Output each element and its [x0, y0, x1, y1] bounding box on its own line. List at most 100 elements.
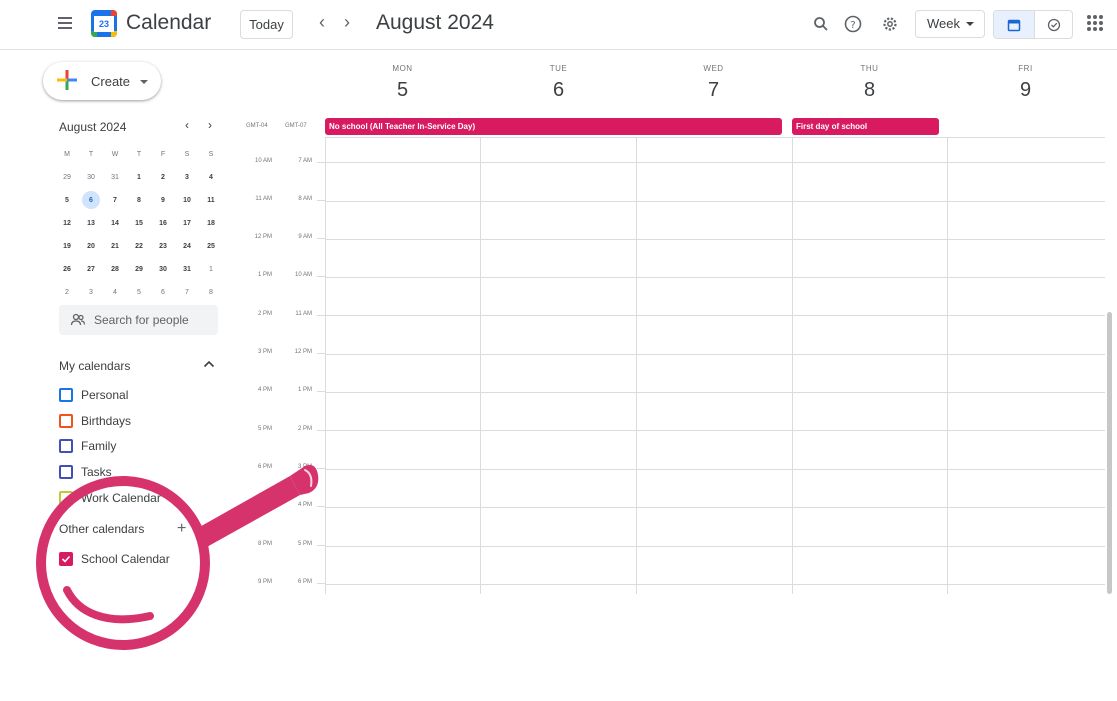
mini-day[interactable]: 9 [151, 189, 175, 212]
chevron-right-icon[interactable]: › [337, 12, 357, 33]
mini-day[interactable]: 3 [175, 166, 199, 189]
chevron-right-icon[interactable]: › [208, 118, 212, 132]
mini-day[interactable]: 11 [199, 189, 223, 212]
mini-weekday: M [64, 151, 70, 158]
top-bar: 23 Calendar Today ‹ › August 2024 ? Week [0, 0, 1117, 50]
mini-day[interactable]: 21 [103, 235, 127, 258]
mini-day-label: 1 [209, 266, 213, 273]
chevron-left-icon[interactable]: ‹ [312, 12, 332, 33]
day-number[interactable]: 5 [325, 79, 480, 102]
mini-day-label: 6 [89, 197, 93, 204]
view-select[interactable]: Week [915, 10, 985, 38]
mini-day[interactable]: 8 [127, 189, 151, 212]
mini-day[interactable]: 1 [199, 258, 223, 281]
add-calendar-icon[interactable]: + [177, 520, 186, 538]
mini-day[interactable]: 30 [79, 166, 103, 189]
hour-tick [317, 430, 325, 431]
checkbox-checked[interactable] [59, 552, 73, 566]
mini-day-label: 10 [183, 197, 191, 204]
mini-day[interactable]: 29 [127, 258, 151, 281]
day-number[interactable]: 7 [636, 79, 791, 102]
my-calendars-title[interactable]: My calendars [59, 359, 130, 373]
mini-day[interactable]: 12 [55, 212, 79, 235]
time-label-primary: 5 PM [257, 426, 272, 432]
mini-day-label: 31 [183, 266, 191, 273]
search-people-input[interactable]: Search for people [59, 305, 218, 335]
mini-day[interactable]: 29 [55, 166, 79, 189]
other-calendars-title[interactable]: Other calendars [59, 522, 144, 536]
mini-day[interactable]: 31 [175, 258, 199, 281]
mini-day[interactable]: 31 [103, 166, 127, 189]
mini-day[interactable]: 30 [151, 258, 175, 281]
time-label-secondary: 11 AM [295, 311, 312, 317]
mini-day-label: 9 [161, 197, 165, 204]
scrollbar[interactable] [1107, 312, 1112, 594]
mini-day[interactable]: 13 [79, 212, 103, 235]
mini-day[interactable]: 2 [151, 166, 175, 189]
mini-day[interactable]: 24 [175, 235, 199, 258]
mini-day[interactable]: 5 [127, 281, 151, 304]
today-button[interactable]: Today [240, 10, 293, 39]
hour-tick [317, 276, 325, 277]
week-grid[interactable] [325, 138, 1105, 594]
mini-day[interactable]: 22 [127, 235, 151, 258]
mini-day[interactable]: 1 [127, 166, 151, 189]
mini-day-label: 4 [209, 174, 213, 181]
mini-day-selected[interactable]: 6 [79, 189, 103, 212]
checkbox[interactable] [59, 414, 73, 428]
main-menu-icon[interactable] [55, 14, 75, 34]
chevron-up-icon[interactable] [203, 360, 215, 368]
apps-grid-icon[interactable] [1087, 15, 1103, 31]
mini-day[interactable]: 18 [199, 212, 223, 235]
mini-day-label: 5 [137, 289, 141, 296]
day-of-week: MON [392, 64, 413, 73]
mini-day[interactable]: 7 [175, 281, 199, 304]
day-of-week: TUE [549, 64, 568, 73]
day-number[interactable]: 8 [792, 79, 947, 102]
checkbox[interactable] [59, 465, 73, 479]
create-button[interactable]: Create [43, 62, 161, 100]
mini-day-label: 24 [183, 243, 191, 250]
day-number[interactable]: 9 [948, 79, 1103, 102]
mini-day[interactable]: 10 [175, 189, 199, 212]
search-icon[interactable] [809, 12, 833, 36]
mini-day-label: 25 [207, 243, 215, 250]
checkbox[interactable] [59, 439, 73, 453]
day-header-wed[interactable]: WED 7 [636, 64, 791, 102]
mini-day[interactable]: 20 [79, 235, 103, 258]
mini-day[interactable]: 25 [199, 235, 223, 258]
mini-day[interactable]: 7 [103, 189, 127, 212]
mini-day[interactable]: 3 [79, 281, 103, 304]
mini-day[interactable]: 28 [103, 258, 127, 281]
calendar-view-icon[interactable] [994, 11, 1034, 38]
mini-day[interactable]: 19 [55, 235, 79, 258]
mini-day[interactable]: 2 [55, 281, 79, 304]
chevron-left-icon[interactable]: ‹ [185, 118, 189, 132]
mini-day[interactable]: 6 [151, 281, 175, 304]
day-header-tue[interactable]: TUE 6 [481, 64, 636, 102]
mini-day[interactable]: 14 [103, 212, 127, 235]
day-header-mon[interactable]: MON 5 [325, 64, 480, 102]
mini-day[interactable]: 15 [127, 212, 151, 235]
tasks-view-icon[interactable] [1034, 11, 1072, 38]
mini-day[interactable]: 4 [199, 166, 223, 189]
day-header-fri[interactable]: FRI 9 [948, 64, 1103, 102]
settings-icon[interactable] [878, 12, 902, 36]
mini-day-label: 7 [113, 197, 117, 204]
all-day-event-first-day[interactable]: First day of school [792, 118, 939, 135]
mini-day[interactable]: 5 [55, 189, 79, 212]
help-icon[interactable]: ? [841, 12, 865, 36]
day-header-thu[interactable]: THU 8 [792, 64, 947, 102]
day-number[interactable]: 6 [481, 79, 636, 102]
mini-day[interactable]: 26 [55, 258, 79, 281]
all-day-event-no-school[interactable]: No school (All Teacher In-Service Day) [325, 118, 782, 135]
mini-day[interactable]: 8 [199, 281, 223, 304]
checkbox[interactable] [59, 491, 73, 505]
mini-day[interactable]: 16 [151, 212, 175, 235]
checkbox[interactable] [59, 388, 73, 402]
mini-weekday: T [88, 151, 94, 158]
mini-day[interactable]: 4 [103, 281, 127, 304]
mini-day[interactable]: 17 [175, 212, 199, 235]
mini-day[interactable]: 27 [79, 258, 103, 281]
mini-day[interactable]: 23 [151, 235, 175, 258]
